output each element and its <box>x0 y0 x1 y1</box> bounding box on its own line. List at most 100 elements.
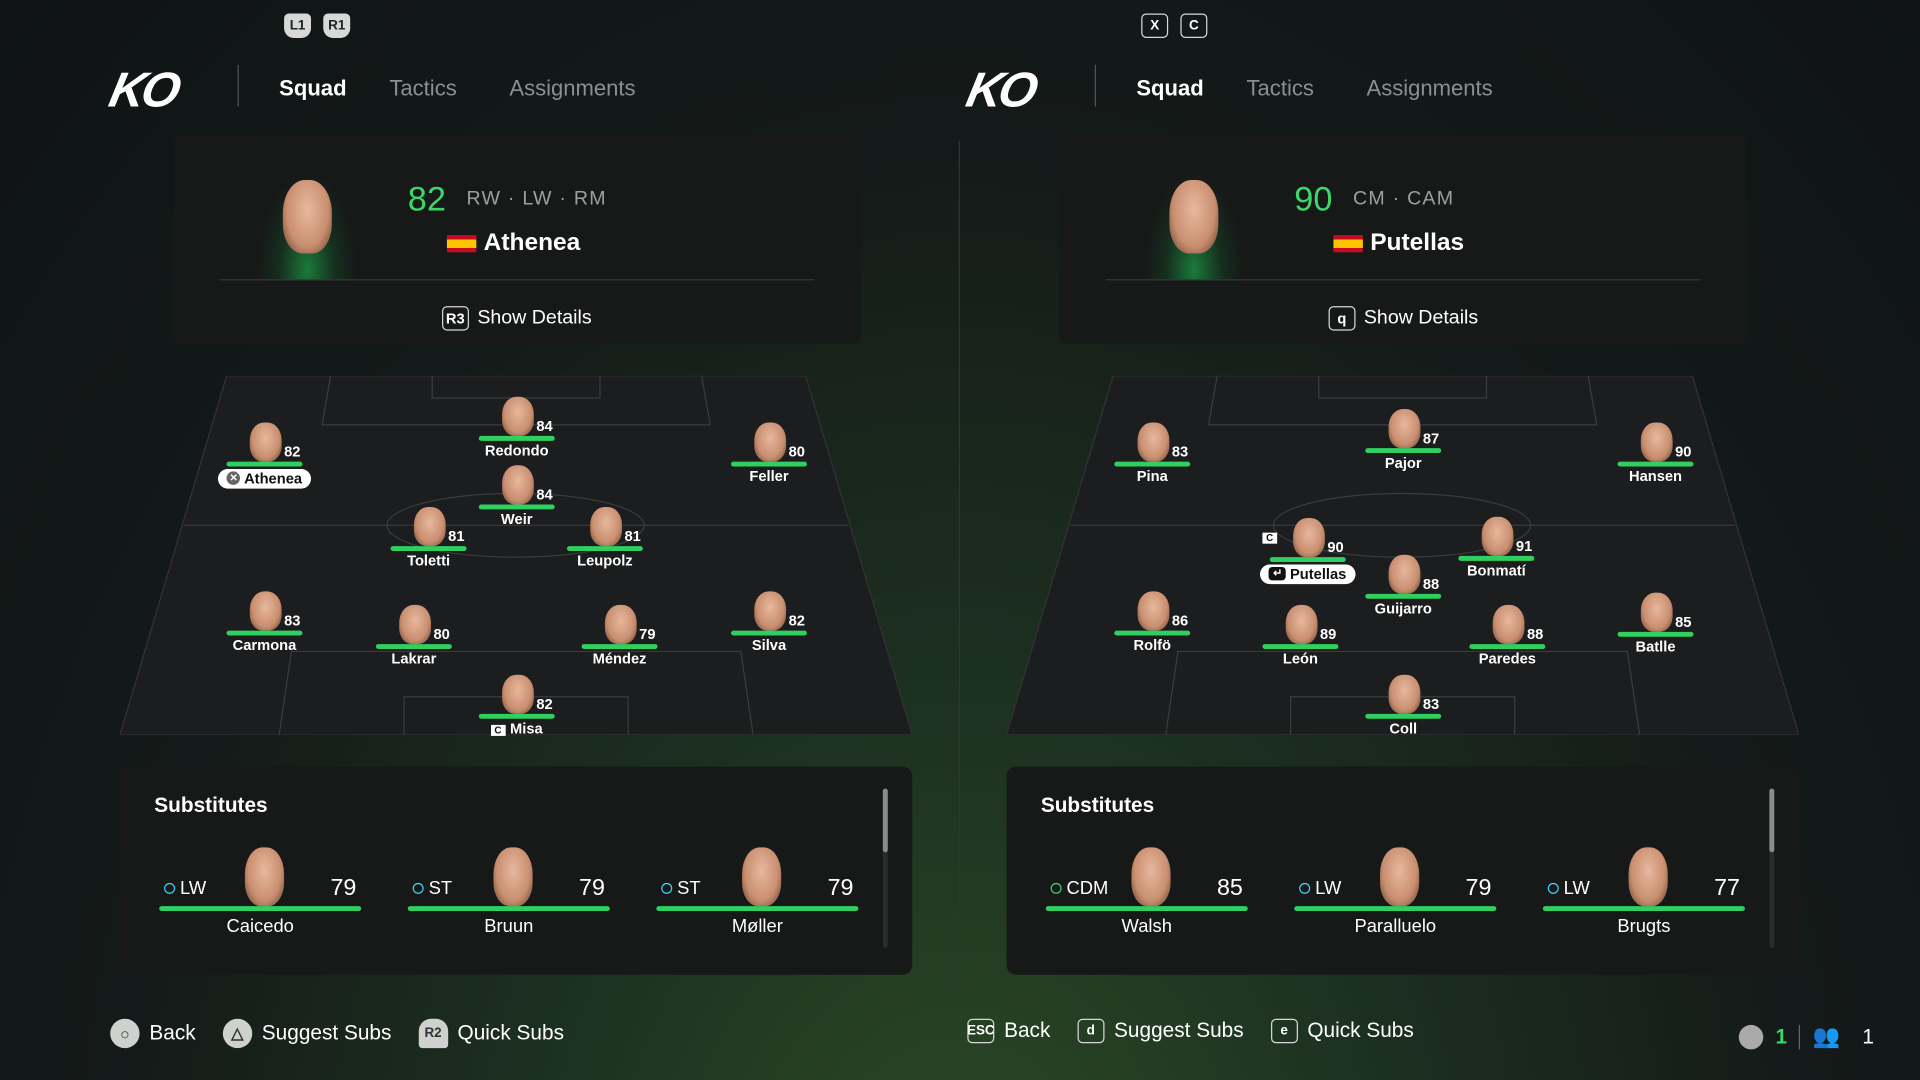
show-details-button[interactable]: R3 Show Details <box>173 306 861 331</box>
selected-player-pill[interactable]: ✕ Athenea <box>218 468 311 488</box>
footer-suggest-subs-button[interactable]: △ Suggest Subs <box>222 1018 391 1049</box>
key-hint-icon: d <box>1077 1018 1105 1044</box>
pitch-player[interactable]: 83 Carmona <box>222 584 308 657</box>
player-name: Leupolz <box>577 552 633 570</box>
pitch-player[interactable]: 83 Pina <box>1109 415 1195 488</box>
player-bar <box>478 435 555 441</box>
pitch-player[interactable]: 91 Bonmatí <box>1453 509 1539 582</box>
footer-quick-subs-button[interactable]: R2 Quick Subs <box>418 1018 564 1049</box>
player-bar <box>390 546 467 552</box>
pitch-player[interactable]: 90 Hansen <box>1613 415 1699 488</box>
tab-squad[interactable]: Squad <box>1136 76 1203 102</box>
footer-suggest-subs-button[interactable]: d Suggest Subs <box>1077 1018 1244 1044</box>
pitch-player[interactable]: 82 ✕ Athenea <box>218 415 311 488</box>
player-bar <box>1365 713 1442 719</box>
pitch-player[interactable]: 79 Méndez <box>577 598 663 671</box>
show-details-button[interactable]: q Show Details <box>1059 306 1747 331</box>
key-hint-icon: △ <box>222 1018 252 1049</box>
player-bar <box>1269 557 1346 563</box>
player-portrait <box>258 172 357 281</box>
pitch-player[interactable]: 86 Rolfö <box>1109 584 1195 657</box>
substitute-card[interactable]: LW 79 Paralluelo <box>1294 842 1497 940</box>
player-face <box>1293 517 1325 558</box>
player-bar <box>1114 461 1191 467</box>
tab-tactics[interactable]: Tactics <box>389 76 456 102</box>
player-face <box>590 506 623 547</box>
pitch-player[interactable]: 82 Silva <box>726 584 812 657</box>
substitute-card[interactable]: ST 79 Møller <box>656 842 859 940</box>
player-face <box>249 591 282 631</box>
selected-player-pill[interactable]: ↵ Putellas <box>1260 563 1355 584</box>
voice-count: 1 <box>1775 1024 1788 1048</box>
swap-key-icon: ↵ <box>1269 566 1287 581</box>
player-bar <box>581 644 658 649</box>
selected-name: Athenea <box>483 228 581 256</box>
sub-position: LW <box>1299 878 1341 899</box>
pitch-player[interactable]: 88 Paredes <box>1464 598 1550 671</box>
player-rating: 90 <box>1675 443 1692 461</box>
bumper-r1-hint[interactable]: R1 <box>323 13 351 38</box>
player-bar <box>1617 461 1694 467</box>
pitch-player[interactable]: 84 Weir <box>474 458 560 531</box>
tab-assignments[interactable]: Assignments <box>509 76 635 102</box>
substitute-card[interactable]: LW 77 Brugts <box>1542 842 1745 940</box>
player-bar <box>478 504 555 510</box>
substitute-card[interactable]: LW 79 Caicedo <box>159 842 362 940</box>
player-name-row: Leupolz <box>544 552 666 569</box>
bumper-l1-hint[interactable]: L1 <box>284 13 312 38</box>
pitch-player[interactable]: 81 Toletti <box>386 500 472 573</box>
pitch-player[interactable]: 85 Batlle <box>1613 585 1699 658</box>
footer-back-button[interactable]: ESC Back <box>967 1018 1050 1044</box>
player-bar <box>226 461 303 467</box>
player-face <box>1388 554 1421 594</box>
player-rating: 82 <box>788 612 805 630</box>
pitch-player[interactable]: 82 C Misa <box>474 667 560 740</box>
substitute-card[interactable]: ST 79 Bruun <box>407 842 610 940</box>
pitch-player[interactable]: 88 Guijarro <box>1360 547 1446 620</box>
player-face <box>1285 604 1318 645</box>
pitch-player[interactable]: 87 Pajor <box>1360 402 1446 475</box>
pitch-player[interactable]: 80 Feller <box>726 415 812 488</box>
player-bar <box>1365 448 1442 454</box>
tab-tactics[interactable]: Tactics <box>1247 76 1314 102</box>
tab-assignments[interactable]: Assignments <box>1367 76 1493 102</box>
bumper-c-hint[interactable]: C <box>1180 13 1208 38</box>
pitch-player[interactable]: 81 Leupolz <box>562 500 648 573</box>
substitutes-panel: Substitutes LW 79 Caicedo ST 79 Bruun ST 79 Mølle… <box>120 766 913 975</box>
player-name: León <box>1282 650 1318 668</box>
player-name: Coll <box>1389 720 1418 738</box>
speaker-icon <box>1738 1024 1764 1049</box>
tab-squad[interactable]: Squad <box>279 76 346 102</box>
player-name-row: Pina <box>1091 468 1213 485</box>
player-face <box>502 396 534 436</box>
subs-scrollbar[interactable] <box>1769 788 1775 948</box>
pitch-player[interactable]: 84 Redondo <box>474 389 560 462</box>
footer-label: Back <box>149 1021 196 1045</box>
bumper-x-hint[interactable]: X <box>1141 13 1169 38</box>
player-face <box>413 506 446 547</box>
sub-position: LW <box>1548 878 1590 899</box>
pitch-player[interactable]: 89 León <box>1258 598 1344 671</box>
key-hint-icon: e <box>1270 1018 1298 1044</box>
footer-label: Suggest Subs <box>1114 1018 1244 1043</box>
pitch-player[interactable]: 90 ↵ Putellas C <box>1260 511 1355 584</box>
ko-logo: KO <box>104 63 183 118</box>
sub-rating: 79 <box>330 875 357 902</box>
player-face <box>282 180 332 254</box>
sub-position: LW <box>164 878 206 899</box>
pitch-player[interactable]: 80 Lakrar <box>371 598 457 671</box>
x-button-icon: ✕ <box>226 471 241 485</box>
sub-rating: 85 <box>1216 875 1243 902</box>
player-face <box>1640 592 1673 632</box>
player-face <box>742 847 782 907</box>
sub-rating: 79 <box>1465 875 1492 902</box>
player-rating: 84 <box>536 486 553 504</box>
footer-quick-subs-button[interactable]: e Quick Subs <box>1270 1018 1414 1044</box>
subs-scrollbar[interactable] <box>882 788 888 948</box>
sub-bar <box>1294 906 1497 912</box>
pitch-player[interactable]: 83 Coll <box>1360 667 1446 740</box>
player-rating: 84 <box>536 417 553 435</box>
substitute-card[interactable]: CDM 85 Walsh <box>1045 842 1248 940</box>
footer-back-button[interactable]: ○ Back <box>110 1018 196 1049</box>
divider <box>1799 1024 1801 1049</box>
